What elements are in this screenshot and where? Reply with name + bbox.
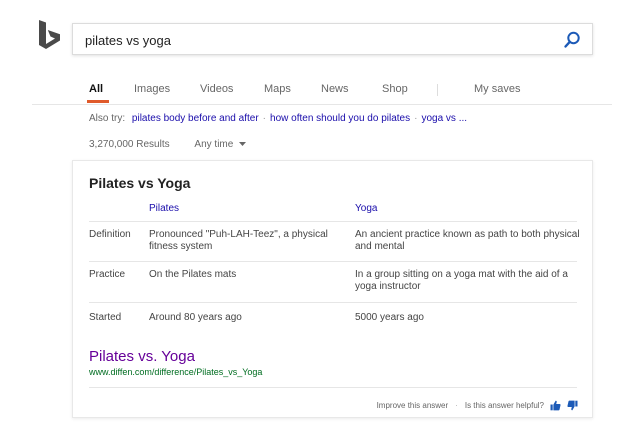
results-count: 3,270,000 Results — [89, 139, 170, 150]
also-try-link-2[interactable]: how often should you do pilates — [270, 113, 410, 124]
row-label-definition: Definition — [89, 229, 131, 240]
source-url: www.diffen.com/difference/Pilates_vs_Yog… — [89, 367, 263, 377]
cell-yoga-definition: An ancient practice known as path to bot… — [355, 229, 580, 252]
results-info: 3,270,000 Results Any time — [89, 139, 247, 150]
tab-images[interactable]: Images — [134, 83, 170, 95]
tab-videos[interactable]: Videos — [200, 83, 233, 95]
source-title-link[interactable]: Pilates vs. Yoga — [89, 348, 195, 365]
also-try-label: Also try: — [89, 113, 126, 124]
also-try-bar: Also try: pilates body before and after ·… — [89, 113, 467, 124]
time-filter-label: Any time — [194, 139, 234, 150]
footer-divider — [89, 387, 577, 388]
header-divider — [32, 104, 612, 105]
cell-yoga-started: 5000 years ago — [355, 312, 424, 323]
separator-dot: · — [455, 401, 458, 410]
bing-logo-icon — [39, 20, 60, 49]
tab-all[interactable]: All — [87, 83, 109, 103]
caret-down-icon — [239, 141, 247, 146]
answer-card: Pilates vs Yoga Pilates Yoga Definition … — [72, 160, 593, 418]
thumbs-up-button[interactable] — [550, 400, 561, 411]
cell-pilates-started: Around 80 years ago — [149, 312, 242, 323]
active-tab-indicator — [87, 100, 109, 103]
cell-pilates-practice: On the Pilates mats — [149, 269, 237, 280]
thumbs-down-icon — [567, 400, 578, 411]
separator-dot: · — [262, 113, 267, 124]
helpful-question: Is this answer helpful? — [464, 401, 544, 410]
also-try-link-1[interactable]: pilates body before and after — [132, 113, 259, 124]
tab-shop[interactable]: Shop — [382, 83, 408, 95]
separator-dot: · — [414, 113, 418, 124]
cell-pilates-definition: Pronounced "Puh-LAH-Teez", a physical fi… — [149, 229, 328, 252]
improve-answer-link[interactable]: Improve this answer — [377, 401, 449, 410]
row-label-started: Started — [89, 312, 122, 323]
bing-logo[interactable] — [36, 19, 62, 55]
search-box — [72, 23, 593, 55]
thumbs-up-icon — [550, 400, 561, 411]
row-label-practice: Practice — [89, 269, 126, 280]
column-header-pilates[interactable]: Pilates — [149, 203, 179, 214]
row-divider — [89, 261, 577, 262]
row-divider — [89, 221, 577, 222]
time-filter-dropdown[interactable]: Any time — [194, 139, 247, 150]
tab-my-saves[interactable]: My saves — [474, 83, 520, 95]
tab-news[interactable]: News — [321, 83, 349, 95]
thumbs-down-button[interactable] — [567, 400, 578, 411]
search-input[interactable] — [85, 31, 545, 49]
search-icon — [564, 31, 580, 48]
tab-maps[interactable]: Maps — [264, 83, 291, 95]
tab-separator — [437, 84, 438, 96]
search-button[interactable] — [562, 30, 582, 50]
tab-all-label: All — [89, 83, 104, 95]
row-divider — [89, 302, 577, 303]
also-try-link-3[interactable]: yoga vs ... — [421, 113, 467, 124]
answer-title: Pilates vs Yoga — [89, 175, 191, 191]
answer-feedback: Improve this answer · Is this answer hel… — [377, 400, 578, 411]
column-header-yoga[interactable]: Yoga — [355, 203, 377, 214]
cell-yoga-practice: In a group sitting on a yoga mat with th… — [355, 269, 568, 292]
